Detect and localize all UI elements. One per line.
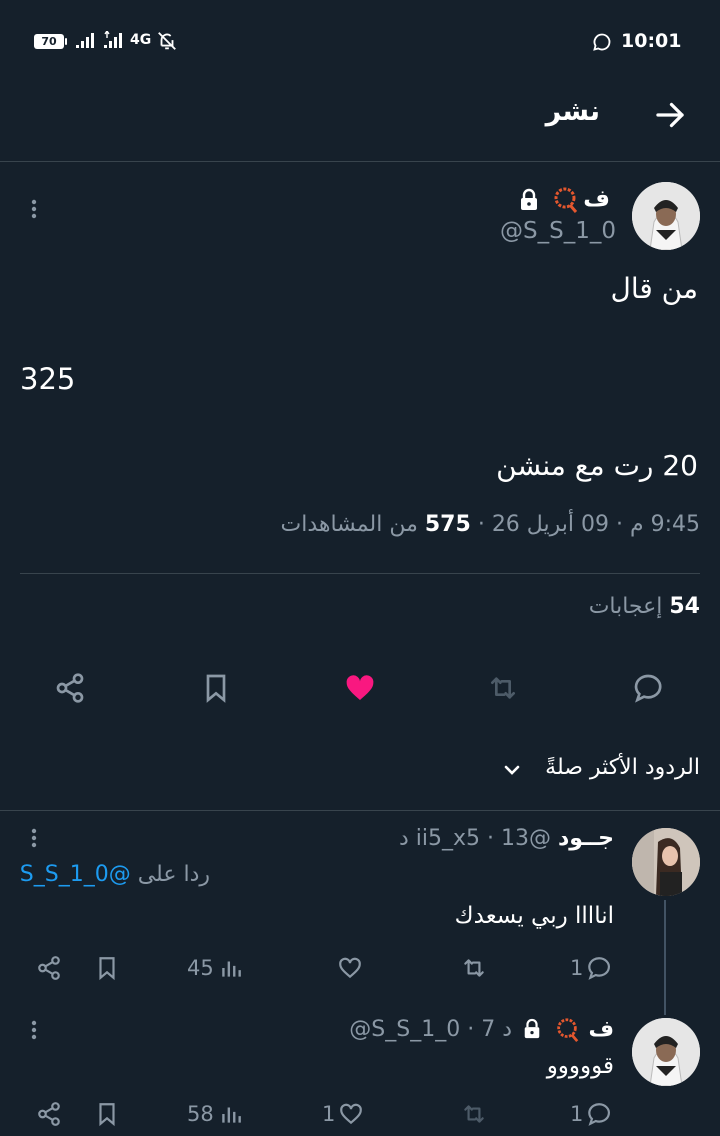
- avatar[interactable]: [632, 182, 700, 250]
- share-icon: [56, 673, 84, 703]
- reply-more-options-icon[interactable]: [24, 826, 44, 852]
- share-icon: [38, 956, 60, 980]
- reply-button[interactable]: [632, 672, 664, 704]
- reply-text: قووووو: [546, 1053, 614, 1079]
- like-count: 1: [322, 1102, 336, 1126]
- chat-bubble-status-icon: [592, 32, 612, 52]
- like-button[interactable]: [343, 672, 377, 704]
- retweet-icon: [491, 677, 515, 699]
- tweet-meta: 9:45 م · 09 أبريل 26 · 575 من المشاهدات: [281, 512, 701, 537]
- share-icon: [38, 1102, 60, 1126]
- views-count: 575: [424, 512, 471, 537]
- likes-summary[interactable]: 54 إعجابات: [589, 594, 700, 619]
- reply-text: اناااا ربي يسعدك: [454, 903, 614, 929]
- views-count: 58: [187, 1102, 214, 1126]
- section-divider: [0, 810, 720, 811]
- reply-like-button[interactable]: [336, 955, 364, 981]
- author-display-name: ف: [583, 186, 610, 212]
- reply-count: 1: [570, 1102, 584, 1126]
- reply-avatar[interactable]: [632, 1018, 700, 1086]
- replying-to-prefix: ردا على: [137, 862, 210, 887]
- lock-icon: [518, 188, 540, 212]
- page-title: نشر: [545, 96, 600, 127]
- bell-off-icon: [156, 30, 178, 52]
- reply-like-button[interactable]: 1: [322, 1101, 365, 1127]
- meta-separator: ·: [467, 1017, 475, 1042]
- reply-retweet-button[interactable]: [459, 1101, 489, 1127]
- bookmark-icon: [99, 957, 115, 981]
- reply-share-button[interactable]: [36, 955, 62, 981]
- replies-sort-dropdown[interactable]: الردود الأكثر صلةً: [545, 755, 700, 780]
- views-label: من المشاهدات: [280, 512, 418, 537]
- tweet-date: 09 أبريل 26: [491, 512, 609, 537]
- reply-author-name[interactable]: ف: [588, 1017, 614, 1042]
- meta-separator: ·: [477, 512, 485, 537]
- battery-indicator: 70: [34, 34, 67, 49]
- reply-meta: @S_S_1_0 · 7 د: [349, 1017, 512, 1042]
- heart-icon: [339, 957, 361, 979]
- reply-count: 1: [570, 956, 584, 980]
- tweet-text-line3: 20 رت مع منشن: [496, 449, 698, 482]
- header-divider: [0, 161, 720, 162]
- arrow-right-icon: [656, 102, 684, 128]
- reply-author-handle[interactable]: @S_S_1_0: [349, 1017, 460, 1042]
- back-button[interactable]: [652, 97, 688, 133]
- lock-icon: [522, 1018, 542, 1040]
- author-handle[interactable]: @S_S_1_0: [500, 218, 616, 244]
- reply-author-handle[interactable]: @ii5_x5: [416, 826, 551, 851]
- chevron-down-icon[interactable]: [500, 758, 524, 782]
- replying-to: ردا على @S_S_1_0: [20, 862, 210, 887]
- thread-line: [664, 900, 666, 1015]
- replies-sort-label: الردود الأكثر صلةً: [545, 755, 700, 780]
- reply-bookmark-button[interactable]: [94, 955, 120, 981]
- prayer-beads-emoji: [553, 1017, 581, 1043]
- likes-label: إعجابات: [588, 594, 663, 619]
- network-type: 4G: [130, 32, 152, 48]
- clock: 10:01: [621, 30, 682, 52]
- tweet-time: 9:45 م: [629, 512, 700, 537]
- replying-to-handle[interactable]: @S_S_1_0: [20, 862, 131, 887]
- reply-reply-button[interactable]: 1: [570, 1101, 613, 1127]
- reply-author-name[interactable]: جــود: [558, 826, 614, 851]
- signal-icon: [74, 31, 96, 49]
- likes-count: 54: [669, 594, 700, 619]
- retweet-icon: [464, 1105, 484, 1123]
- reply-time: 7 د: [481, 1017, 512, 1042]
- comment-icon: [588, 957, 611, 980]
- views-count: 45: [187, 956, 214, 980]
- views-icon: [221, 961, 241, 977]
- reply-avatar[interactable]: [632, 828, 700, 896]
- meta-divider: [20, 573, 700, 574]
- views-icon: [221, 1107, 241, 1123]
- author-name[interactable]: ف: [583, 186, 610, 212]
- retweet-icon: [464, 959, 484, 977]
- bookmark-icon: [206, 674, 226, 703]
- tweet-text-line1: من قال: [610, 272, 698, 305]
- bookmark-button[interactable]: [200, 672, 232, 704]
- comment-icon: [588, 1103, 611, 1126]
- reply-views[interactable]: 45: [187, 955, 244, 981]
- heart-icon: [340, 1103, 363, 1125]
- bookmark-icon: [99, 1103, 115, 1127]
- reply-more-options-icon[interactable]: [24, 1018, 44, 1044]
- more-options-icon[interactable]: [24, 197, 44, 223]
- reply-bookmark-button[interactable]: [94, 1101, 120, 1127]
- signal-icon-2: [102, 31, 126, 49]
- prayer-beads-emoji: [550, 186, 580, 214]
- retweet-button[interactable]: [486, 672, 520, 704]
- reply-retweet-button[interactable]: [459, 955, 489, 981]
- heart-filled-icon: [346, 675, 374, 700]
- reply-share-button[interactable]: [36, 1101, 62, 1127]
- reply-reply-button[interactable]: 1: [570, 955, 613, 981]
- meta-separator: ·: [487, 826, 495, 851]
- comment-icon: [634, 674, 662, 703]
- meta-separator: ·: [615, 512, 623, 537]
- reply-views[interactable]: 58: [187, 1101, 244, 1127]
- tweet-text-number: 325: [20, 362, 76, 396]
- share-button[interactable]: [54, 672, 86, 704]
- reply-header: جــود @ii5_x5 · 13 د: [399, 826, 614, 851]
